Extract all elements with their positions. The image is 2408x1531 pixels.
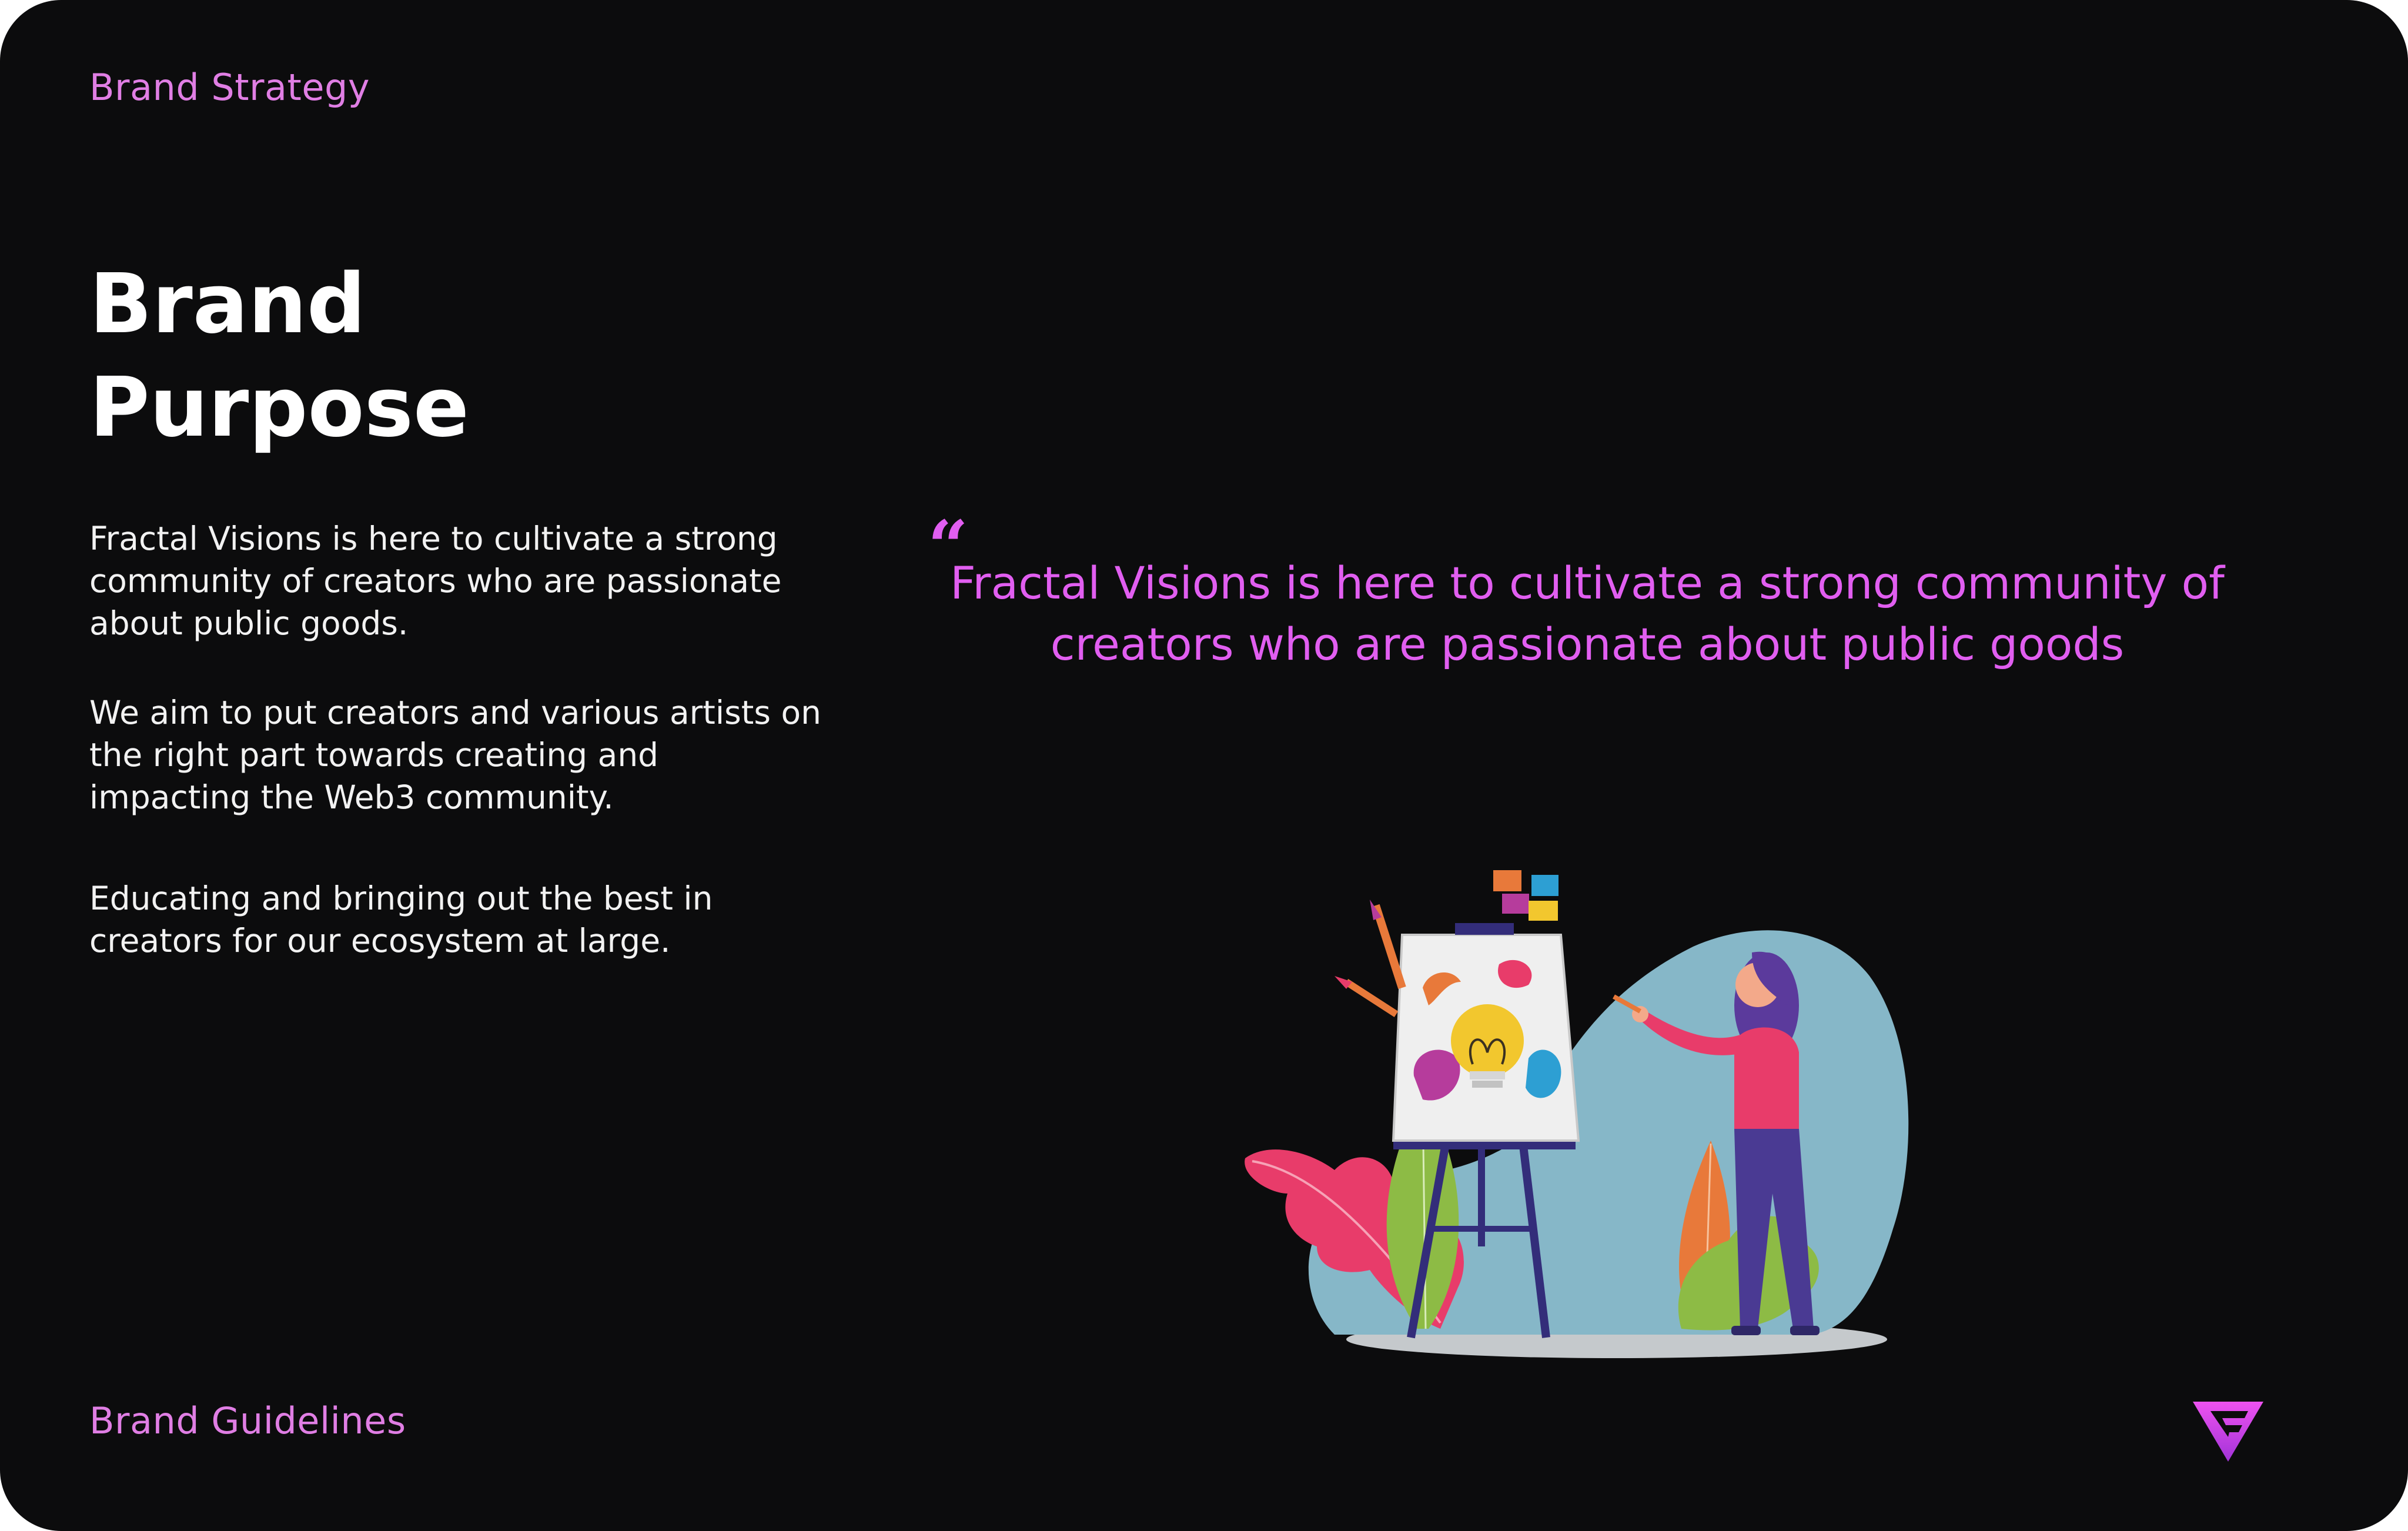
title-line-1: Brand bbox=[89, 256, 366, 352]
body-paragraph-2: We aim to put creators and various artis… bbox=[89, 694, 821, 816]
title-line-2: Purpose bbox=[89, 360, 469, 456]
slide: Brand Strategy Brand Purpose Fractal Vis… bbox=[0, 0, 2408, 1531]
page-title: Brand Purpose bbox=[89, 253, 469, 460]
body-paragraph-3: Educating and bringing out the best in c… bbox=[89, 880, 713, 960]
pull-quote: Fractal Visions is here to cultivate a s… bbox=[950, 557, 2225, 670]
artist-painting-illustration bbox=[1245, 870, 1909, 1358]
lightbulb bbox=[1451, 1004, 1524, 1077]
fractal-visions-logo-icon bbox=[2193, 1402, 2263, 1462]
woman-shirt bbox=[1734, 1027, 1799, 1129]
body-paragraph-1: Fractal Visions is here to cultivate a s… bbox=[89, 520, 782, 642]
section-label: Brand Strategy bbox=[89, 66, 370, 109]
footer-label: Brand Guidelines bbox=[89, 1399, 406, 1442]
